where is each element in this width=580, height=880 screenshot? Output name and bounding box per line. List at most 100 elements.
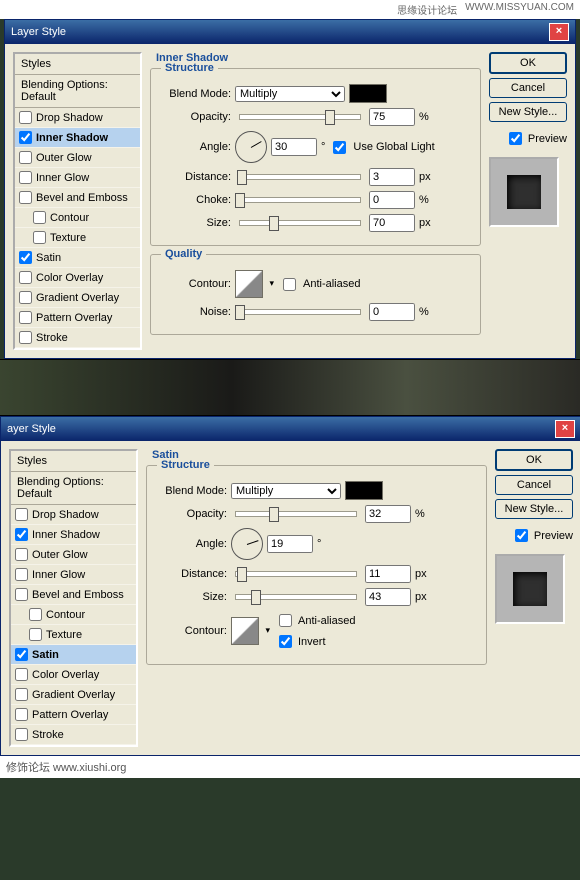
- style-checkbox[interactable]: [19, 271, 32, 284]
- style-row-color-overlay[interactable]: Color Overlay: [15, 268, 140, 288]
- titlebar[interactable]: ayer Style ×: [1, 417, 580, 441]
- distance-slider[interactable]: [235, 571, 357, 577]
- preview-checkbox[interactable]: [515, 529, 528, 542]
- style-row-contour[interactable]: Contour: [11, 605, 136, 625]
- style-checkbox[interactable]: [19, 111, 32, 124]
- color-swatch[interactable]: [345, 481, 383, 500]
- style-checkbox[interactable]: [19, 291, 32, 304]
- style-checkbox[interactable]: [15, 528, 28, 541]
- styles-header[interactable]: Styles: [15, 54, 140, 75]
- style-row-inner-shadow[interactable]: Inner Shadow: [15, 128, 140, 148]
- blend-mode-select[interactable]: Multiply: [231, 483, 341, 499]
- style-checkbox[interactable]: [19, 191, 32, 204]
- style-row-pattern-overlay[interactable]: Pattern Overlay: [15, 308, 140, 328]
- style-checkbox[interactable]: [15, 648, 28, 661]
- style-checkbox[interactable]: [19, 131, 32, 144]
- style-checkbox[interactable]: [15, 708, 28, 721]
- distance-slider[interactable]: [239, 174, 361, 180]
- distance-input[interactable]: [365, 565, 411, 583]
- style-checkbox[interactable]: [15, 668, 28, 681]
- style-row-stroke[interactable]: Stroke: [15, 328, 140, 348]
- angle-dial[interactable]: [235, 131, 267, 163]
- cancel-button[interactable]: Cancel: [489, 78, 567, 98]
- style-row-outer-glow[interactable]: Outer Glow: [15, 148, 140, 168]
- style-row-drop-shadow[interactable]: Drop Shadow: [15, 108, 140, 128]
- style-checkbox[interactable]: [15, 568, 28, 581]
- use-global-light-checkbox[interactable]: [333, 141, 346, 154]
- style-label: Drop Shadow: [32, 509, 99, 521]
- style-row-satin[interactable]: Satin: [15, 248, 140, 268]
- style-row-satin[interactable]: Satin: [11, 645, 136, 665]
- watermark-bottom: 修饰论坛 www.xiushi.org: [0, 756, 580, 778]
- style-checkbox[interactable]: [29, 628, 42, 641]
- angle-input[interactable]: [271, 138, 317, 156]
- style-row-bevel-and-emboss[interactable]: Bevel and Emboss: [11, 585, 136, 605]
- style-row-contour[interactable]: Contour: [15, 208, 140, 228]
- anti-aliased-checkbox[interactable]: [279, 614, 292, 627]
- style-checkbox[interactable]: [15, 588, 28, 601]
- style-row-pattern-overlay[interactable]: Pattern Overlay: [11, 705, 136, 725]
- opacity-input[interactable]: [369, 108, 415, 126]
- opacity-slider[interactable]: [239, 114, 361, 120]
- contour-picker[interactable]: [231, 617, 259, 645]
- style-checkbox[interactable]: [15, 508, 28, 521]
- style-row-stroke[interactable]: Stroke: [11, 725, 136, 745]
- close-icon[interactable]: ×: [555, 420, 575, 438]
- style-row-inner-glow[interactable]: Inner Glow: [11, 565, 136, 585]
- ok-button[interactable]: OK: [495, 449, 573, 471]
- size-input[interactable]: [365, 588, 411, 606]
- opacity-input[interactable]: [365, 505, 411, 523]
- style-row-texture[interactable]: Texture: [11, 625, 136, 645]
- style-label: Bevel and Emboss: [36, 192, 128, 204]
- style-row-color-overlay[interactable]: Color Overlay: [11, 665, 136, 685]
- noise-slider[interactable]: [239, 309, 361, 315]
- size-slider[interactable]: [239, 220, 361, 226]
- new-style-button[interactable]: New Style...: [495, 499, 573, 519]
- style-row-bevel-and-emboss[interactable]: Bevel and Emboss: [15, 188, 140, 208]
- style-checkbox[interactable]: [19, 251, 32, 264]
- style-row-gradient-overlay[interactable]: Gradient Overlay: [11, 685, 136, 705]
- style-checkbox[interactable]: [29, 608, 42, 621]
- choke-input[interactable]: [369, 191, 415, 209]
- style-checkbox[interactable]: [19, 311, 32, 324]
- style-row-inner-shadow[interactable]: Inner Shadow: [11, 525, 136, 545]
- style-row-inner-glow[interactable]: Inner Glow: [15, 168, 140, 188]
- contour-picker[interactable]: [235, 270, 263, 298]
- style-label: Satin: [36, 252, 61, 264]
- preview-checkbox[interactable]: [509, 132, 522, 145]
- style-checkbox[interactable]: [19, 151, 32, 164]
- style-row-texture[interactable]: Texture: [15, 228, 140, 248]
- titlebar[interactable]: Layer Style ×: [5, 20, 575, 44]
- choke-slider[interactable]: [239, 197, 361, 203]
- style-checkbox[interactable]: [19, 331, 32, 344]
- opacity-slider[interactable]: [235, 511, 357, 517]
- style-checkbox[interactable]: [15, 728, 28, 741]
- style-row-gradient-overlay[interactable]: Gradient Overlay: [15, 288, 140, 308]
- style-checkbox[interactable]: [33, 231, 46, 244]
- distance-input[interactable]: [369, 168, 415, 186]
- style-checkbox[interactable]: [15, 688, 28, 701]
- style-label: Inner Glow: [36, 172, 89, 184]
- style-checkbox[interactable]: [15, 548, 28, 561]
- style-checkbox[interactable]: [33, 211, 46, 224]
- size-input[interactable]: [369, 214, 415, 232]
- new-style-button[interactable]: New Style...: [489, 102, 567, 122]
- style-label: Contour: [50, 212, 89, 224]
- blending-options-row[interactable]: Blending Options: Default: [15, 75, 140, 108]
- style-row-drop-shadow[interactable]: Drop Shadow: [11, 505, 136, 525]
- style-row-outer-glow[interactable]: Outer Glow: [11, 545, 136, 565]
- ok-button[interactable]: OK: [489, 52, 567, 74]
- size-slider[interactable]: [235, 594, 357, 600]
- noise-input[interactable]: [369, 303, 415, 321]
- cancel-button[interactable]: Cancel: [495, 475, 573, 495]
- blending-options-row[interactable]: Blending Options: Default: [11, 472, 136, 505]
- blend-mode-select[interactable]: Multiply: [235, 86, 345, 102]
- angle-dial[interactable]: [231, 528, 263, 560]
- styles-header[interactable]: Styles: [11, 451, 136, 472]
- close-icon[interactable]: ×: [549, 23, 569, 41]
- color-swatch[interactable]: [349, 84, 387, 103]
- style-checkbox[interactable]: [19, 171, 32, 184]
- anti-aliased-checkbox[interactable]: [283, 278, 296, 291]
- invert-checkbox[interactable]: [279, 635, 292, 648]
- angle-input[interactable]: [267, 535, 313, 553]
